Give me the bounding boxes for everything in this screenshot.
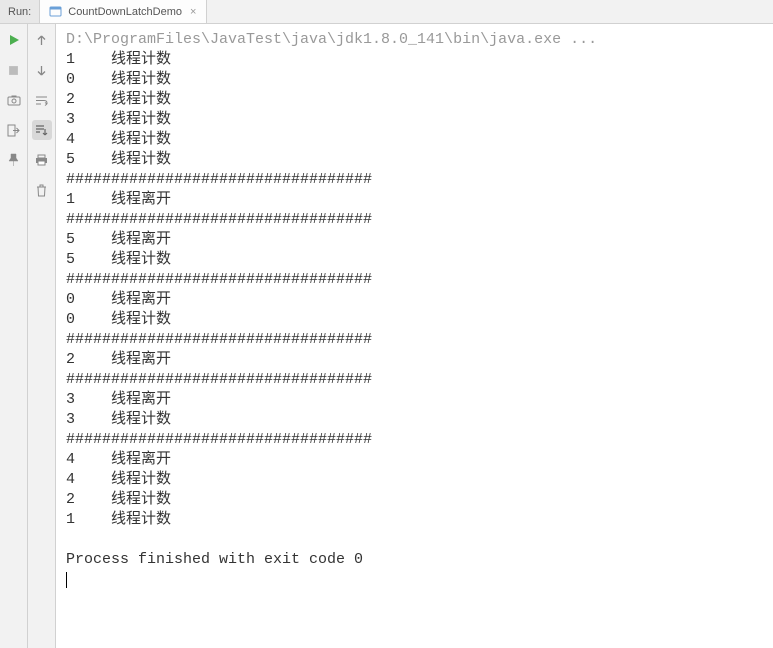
stop-icon (8, 65, 19, 76)
scroll-to-end-button[interactable] (32, 120, 52, 140)
console-line: ################################## (66, 370, 765, 390)
console-output[interactable]: D:\ProgramFiles\JavaTest\java\jdk1.8.0_1… (56, 24, 773, 648)
print-button[interactable] (32, 150, 52, 170)
tab-bar: Run: CountDownLatchDemo × (0, 0, 773, 24)
console-line: 3 线程计数 (66, 410, 765, 430)
console-line: 2 线程计数 (66, 490, 765, 510)
soft-wrap-button[interactable] (32, 90, 52, 110)
down-button[interactable] (32, 60, 52, 80)
console-line: ################################## (66, 210, 765, 230)
console-line: ################################## (66, 170, 765, 190)
dump-threads-button[interactable] (4, 90, 24, 110)
console-line: 0 线程计数 (66, 310, 765, 330)
tab-countdownlatchdemo[interactable]: CountDownLatchDemo × (40, 0, 207, 23)
console-line: 0 线程计数 (66, 70, 765, 90)
console-line: 4 线程离开 (66, 450, 765, 470)
console-line: 0 线程离开 (66, 290, 765, 310)
console-line: 5 线程计数 (66, 250, 765, 270)
application-icon (48, 5, 62, 19)
console-line (66, 530, 765, 550)
console-line: 3 线程离开 (66, 390, 765, 410)
exit-icon (7, 124, 20, 137)
console-line: 5 线程计数 (66, 150, 765, 170)
run-label: Run: (0, 0, 40, 23)
clear-all-button[interactable] (32, 180, 52, 200)
arrow-up-icon (36, 35, 47, 46)
console-line: ################################## (66, 430, 765, 450)
arrow-down-icon (36, 65, 47, 76)
console-line: 2 线程计数 (66, 90, 765, 110)
pin-button[interactable] (4, 150, 24, 170)
up-button[interactable] (32, 30, 52, 50)
console-line: 1 线程计数 (66, 50, 765, 70)
console-line: ################################## (66, 330, 765, 350)
console-line: 4 线程计数 (66, 130, 765, 150)
run-button[interactable] (4, 30, 24, 50)
text-cursor (66, 572, 67, 588)
console-line: ################################## (66, 270, 765, 290)
soft-wrap-icon (35, 95, 48, 106)
tab-close-icon[interactable]: × (188, 6, 198, 18)
stop-button[interactable] (4, 60, 24, 80)
scroll-end-icon (35, 124, 48, 136)
console-cursor-line (66, 570, 765, 590)
console-line: 1 线程计数 (66, 510, 765, 530)
main-area: D:\ProgramFiles\JavaTest\java\jdk1.8.0_1… (0, 24, 773, 648)
console-line: Process finished with exit code 0 (66, 550, 765, 570)
pin-icon (8, 153, 19, 167)
console-line: 1 线程离开 (66, 190, 765, 210)
toolbar-mid (28, 24, 56, 648)
trash-icon (36, 184, 47, 197)
tab-title: CountDownLatchDemo (68, 6, 182, 18)
play-icon (8, 34, 20, 46)
print-icon (35, 154, 48, 166)
toolbar-left (0, 24, 28, 648)
console-line: 4 线程计数 (66, 470, 765, 490)
exit-button[interactable] (4, 120, 24, 140)
console-line: 5 线程离开 (66, 230, 765, 250)
console-line: 2 线程离开 (66, 350, 765, 370)
camera-icon (7, 94, 21, 106)
console-header-line: D:\ProgramFiles\JavaTest\java\jdk1.8.0_1… (66, 30, 765, 50)
console-line: 3 线程计数 (66, 110, 765, 130)
